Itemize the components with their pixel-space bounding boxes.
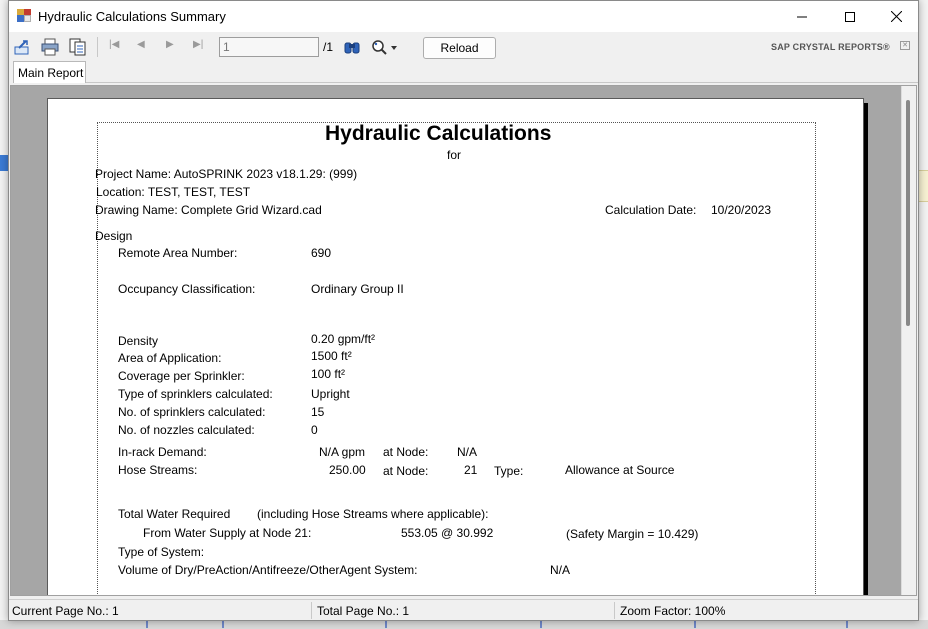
calc-date-value: 10/20/2023 <box>711 203 772 217</box>
hose-type-label: Type: <box>494 464 524 478</box>
hose-node-label: at Node: <box>383 464 429 478</box>
remote-area-label: Remote Area Number: <box>118 246 238 260</box>
previous-page-icon[interactable]: ◀ <box>137 39 145 50</box>
next-page-icon[interactable]: ▶ <box>166 39 174 50</box>
page-total-label: /1 <box>323 40 334 54</box>
inrack-node-value: N/A <box>457 445 478 459</box>
location: Location: TEST, TEST, TEST <box>96 185 251 199</box>
toggle-group-tree-icon[interactable] <box>69 38 87 56</box>
report-page: Hydraulic Calculations for Project Name:… <box>47 98 864 595</box>
num-sprinklers-label: No. of sprinklers calculated: <box>118 405 266 419</box>
density-value: 0.20 gpm/ft² <box>311 332 376 346</box>
page-number-input[interactable] <box>219 37 319 57</box>
inrack-label: In-rack Demand: <box>118 445 207 459</box>
background-app-bottom <box>0 620 928 629</box>
report-viewer-window: Hydraulic Calculations Summary |◀ ◀ ▶ ▶|… <box>8 0 919 621</box>
hose-node-value: 21 <box>464 463 478 477</box>
remote-area-value: 690 <box>311 246 332 260</box>
report-title: Hydraulic Calculations <box>325 122 552 145</box>
occupancy-value: Ordinary Group II <box>311 282 404 296</box>
tab-main-report[interactable]: Main Report <box>13 61 86 83</box>
total-water-label: Total Water Required <box>118 507 231 521</box>
title-bar[interactable]: Hydraulic Calculations Summary <box>9 1 918 32</box>
vertical-scrollbar[interactable] <box>901 86 916 595</box>
design-heading: Design <box>95 229 133 243</box>
hose-value: 250.00 <box>329 463 366 477</box>
zoom-icon[interactable] <box>371 38 399 56</box>
find-icon[interactable] <box>343 38 361 56</box>
scrollbar-thumb[interactable] <box>906 100 910 326</box>
last-page-icon[interactable]: ▶| <box>193 39 203 50</box>
background-highlight-band <box>918 170 928 202</box>
maximize-button[interactable] <box>827 1 873 32</box>
total-water-note: (including Hose Streams where applicable… <box>257 507 489 521</box>
hose-label: Hose Streams: <box>118 463 198 477</box>
close-icon <box>890 11 902 22</box>
from-supply-label: From Water Supply at Node 21: <box>143 526 312 540</box>
crystal-app-icon <box>17 9 31 22</box>
project-name: Project Name: AutoSPRINK 2023 v18.1.29: … <box>95 167 358 181</box>
drawing-name: Drawing Name: Complete Grid Wizard.cad <box>95 203 322 217</box>
first-page-icon[interactable]: |◀ <box>109 39 119 50</box>
num-nozzles-label: No. of nozzles calculated: <box>118 423 255 437</box>
sprinkler-type-value: Upright <box>311 387 350 401</box>
sap-crystal-reports-logo: SAP CRYSTAL REPORTS® <box>771 42 890 52</box>
system-type-label: Type of System: <box>118 545 205 559</box>
status-bar: Current Page No.: 1 Total Page No.: 1 Zo… <box>9 599 918 620</box>
minimize-button[interactable] <box>779 1 825 32</box>
reload-button[interactable]: Reload <box>423 37 496 59</box>
report-toolbar: |◀ ◀ ▶ ▶| /1 Reload SAP CRYSTAL REPORTS®… <box>9 32 918 61</box>
export-icon[interactable] <box>14 38 32 56</box>
background-app-right <box>918 0 928 629</box>
density-label: Density <box>118 334 159 348</box>
coverage-label: Coverage per Sprinkler: <box>118 369 245 383</box>
current-page-status: Current Page No.: 1 <box>12 604 119 618</box>
inrack-node-label: at Node: <box>383 445 429 459</box>
area-label: Area of Application: <box>118 351 222 365</box>
coverage-value: 100 ft² <box>311 367 346 381</box>
report-viewer: Hydraulic Calculations for Project Name:… <box>10 85 917 596</box>
print-icon[interactable] <box>41 38 59 56</box>
inrack-value: N/A gpm <box>319 445 366 459</box>
num-sprinklers-value: 15 <box>311 405 325 419</box>
occupancy-label: Occupancy Classification: <box>118 282 256 296</box>
maximize-icon <box>845 11 855 22</box>
report-subtitle: for <box>447 148 462 162</box>
hose-type-value: Allowance at Source <box>565 463 675 477</box>
close-button[interactable] <box>873 1 919 32</box>
num-nozzles-value: 0 <box>311 423 318 437</box>
total-page-status: Total Page No.: 1 <box>317 604 410 618</box>
calc-date-label: Calculation Date: <box>605 203 697 217</box>
window-title: Hydraulic Calculations Summary <box>38 9 226 24</box>
sprinkler-type-label: Type of sprinklers calculated: <box>118 387 273 401</box>
zoom-status: Zoom Factor: 100% <box>620 604 726 618</box>
chevron-down-icon <box>391 46 397 50</box>
volume-label: Volume of Dry/PreAction/Antifreeze/Other… <box>118 563 418 577</box>
area-value: 1500 ft² <box>311 349 352 363</box>
close-icon[interactable]: ✕ <box>900 41 910 50</box>
minimize-icon <box>797 16 807 17</box>
volume-value: N/A <box>550 563 571 577</box>
safety-margin: (Safety Margin = 10.429) <box>566 527 699 541</box>
from-supply-value: 553.05 @ 30.992 <box>401 526 494 540</box>
